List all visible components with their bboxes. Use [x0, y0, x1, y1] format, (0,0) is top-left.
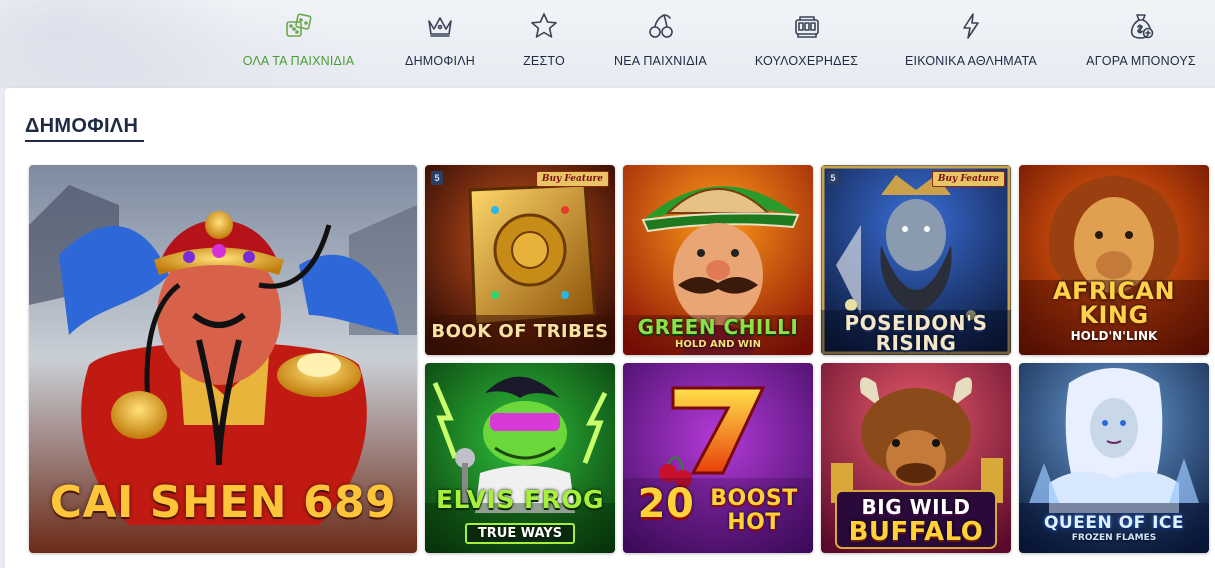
- game-tile-big-wild-buffalo[interactable]: BIG WILD BUFFALO: [821, 363, 1011, 553]
- game-title: QUEEN OF ICE: [1043, 513, 1185, 533]
- cherries-icon: [646, 10, 676, 42]
- game-subtitle: KING: [1079, 301, 1149, 329]
- game-title: GREEN CHILLI: [637, 315, 799, 339]
- nav-label: ΑΓΟΡΑ ΜΠΟΝΟΥΣ: [1086, 54, 1196, 68]
- dice-icon: [284, 10, 314, 42]
- game-subtitle: BUFFALO: [848, 517, 984, 547]
- section-underline: [25, 140, 144, 142]
- game-tile-20-boost-hot[interactable]: 20 BOOST HOT: [623, 363, 813, 553]
- nav-label: ΔΗΜΟΦΙΛΗ: [405, 54, 475, 68]
- game-tile-elvis-frog[interactable]: ELVIS FROG TRUE WAYS: [425, 363, 615, 553]
- buy-feature-badge: Buy Feature: [931, 171, 1005, 187]
- nav-label: ΖΕΣΤΟ: [523, 54, 565, 68]
- nav-item-bonus-buy[interactable]: ΑΓΟΡΑ ΜΠΟΝΟΥΣ: [1077, 0, 1205, 88]
- game-title: BOOK OF TRIBES: [431, 321, 609, 342]
- slot-machine-icon: [792, 10, 822, 42]
- game-tile-queen-of-ice[interactable]: QUEEN OF ICE FROZEN FLAMES: [1019, 363, 1209, 553]
- buy-feature-badge: Buy Feature: [535, 171, 609, 187]
- star-icon: [529, 10, 559, 42]
- game-subtitle: FROZEN FLAMES: [1071, 533, 1157, 543]
- game-tile-poseidons-rising[interactable]: 5 Buy Feature POSEIDON'S RISING: [821, 165, 1011, 355]
- game-subtitle: BOOST HOT: [710, 486, 798, 535]
- games-panel: ΔΗΜΟΦΙΛΗ CAI SHEN 689 5 Buy Feature BOOK…: [5, 88, 1215, 568]
- nav-item-virtual-sports[interactable]: ΕΙΚΟΝΙΚΑ ΑΘΛΗΜΑΤΑ: [896, 0, 1046, 88]
- nav-item-all-games[interactable]: ΟΛΑ ΤΑ ΠΑΙΧΝΙΔΙΑ: [232, 0, 365, 88]
- crown-icon: [425, 10, 455, 42]
- game-tile-green-chilli[interactable]: GREEN CHILLI HOLD AND WIN: [623, 165, 813, 355]
- provider-badge: 5: [431, 171, 443, 185]
- nav-item-new-games[interactable]: ΝΕΑ ΠΑΙΧΝΙΔΙΑ: [603, 0, 718, 88]
- game-tagline: HOLD'N'LINK: [1070, 329, 1158, 343]
- nav-label: ΟΛΑ ΤΑ ΠΑΙΧΝΙΔΙΑ: [242, 54, 355, 68]
- nav-label: ΚΟΥΛΟΧΕΡΗΔΕΣ: [754, 54, 859, 68]
- game-tile-african-king[interactable]: AFRICAN KING HOLD'N'LINK: [1019, 165, 1209, 355]
- game-tile-book-of-tribes[interactable]: 5 Buy Feature BOOK OF TRIBES: [425, 165, 615, 355]
- nav-label: ΝΕΑ ΠΑΙΧΝΙΔΙΑ: [614, 54, 707, 68]
- game-subtitle: HOLD AND WIN: [674, 339, 762, 350]
- nav-label: ΕΙΚΟΝΙΚΑ ΑΘΛΗΜΑΤΑ: [905, 54, 1037, 68]
- nav-item-popular[interactable]: ΔΗΜΟΦΙΛΗ: [395, 0, 485, 88]
- game-subtitle: TRUE WAYS: [465, 523, 575, 544]
- nav-item-slots[interactable]: ΚΟΥΛΟΧΕΡΗΔΕΣ: [748, 0, 865, 88]
- game-title: 20: [637, 481, 695, 527]
- game-title: BIG WILD: [861, 495, 971, 519]
- lightning-icon: [956, 10, 986, 42]
- section-title: ΔΗΜΟΦΙΛΗ: [25, 115, 139, 137]
- game-title: ELVIS FROG: [435, 485, 605, 514]
- category-nav: ΟΛΑ ΤΑ ΠΑΙΧΝΙΔΙΑ ΔΗΜΟΦΙΛΗ ΖΕΣΤΟ ΝΕΑ ΠΑΙΧ…: [0, 0, 1215, 88]
- money-bag-icon: [1126, 10, 1156, 42]
- game-title: CAI SHEN 689: [49, 477, 397, 528]
- provider-badge: 5: [827, 171, 839, 185]
- nav-item-hot[interactable]: ΖΕΣΤΟ: [514, 0, 574, 88]
- game-tile-cai-shen-689[interactable]: CAI SHEN 689: [29, 165, 417, 553]
- game-subtitle: RISING: [875, 331, 957, 355]
